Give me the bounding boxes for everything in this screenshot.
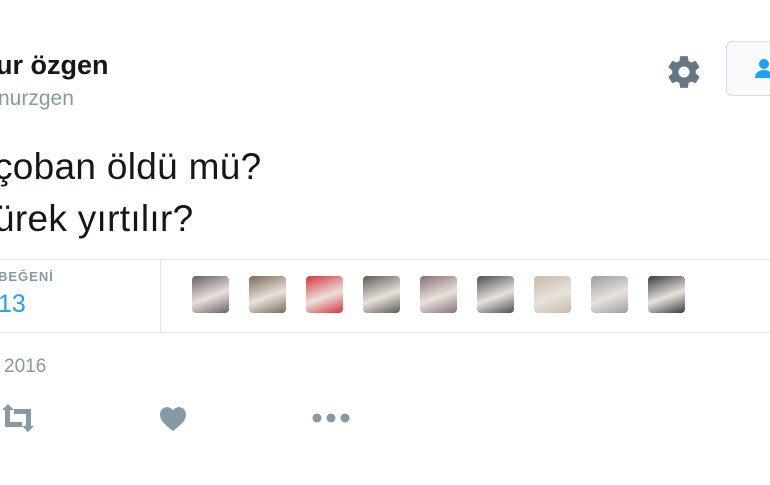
tweet-text-line-1: çoban öldü mü? <box>0 146 262 187</box>
heart-icon <box>160 407 186 432</box>
stats-top-divider <box>0 259 770 260</box>
like-button[interactable] <box>158 406 188 437</box>
liker-avatar[interactable] <box>648 276 685 313</box>
tweet-author-name[interactable]: ur özgen <box>0 50 109 81</box>
more-icon <box>312 413 350 423</box>
stats-vertical-divider <box>160 259 161 332</box>
retweet-icon <box>2 404 34 432</box>
stats-bottom-divider <box>0 332 770 333</box>
tweet-author-handle[interactable]: nurzgen <box>0 87 74 111</box>
liker-avatar[interactable] <box>363 276 400 313</box>
liker-avatar[interactable] <box>591 276 628 313</box>
gear-icon <box>668 56 700 88</box>
liker-avatar[interactable] <box>534 276 571 313</box>
likes-label[interactable]: BEĞENİ <box>0 269 54 284</box>
liker-avatar[interactable] <box>477 276 514 313</box>
tweet-date[interactable]: 2016 <box>4 356 46 378</box>
liker-avatar[interactable] <box>420 276 457 313</box>
tweet-text-line-2: ürek yırtılır? <box>0 198 194 239</box>
liker-avatar[interactable] <box>192 276 229 313</box>
liker-avatar[interactable] <box>306 276 343 313</box>
liker-avatars <box>192 276 705 316</box>
retweet-button[interactable] <box>0 404 40 437</box>
settings-button[interactable] <box>665 53 703 91</box>
likes-count[interactable]: 13 <box>0 290 26 319</box>
liker-avatar[interactable] <box>249 276 286 313</box>
follow-button[interactable] <box>726 41 770 96</box>
follow-user-icon <box>755 59 770 78</box>
more-button[interactable] <box>311 411 351 430</box>
